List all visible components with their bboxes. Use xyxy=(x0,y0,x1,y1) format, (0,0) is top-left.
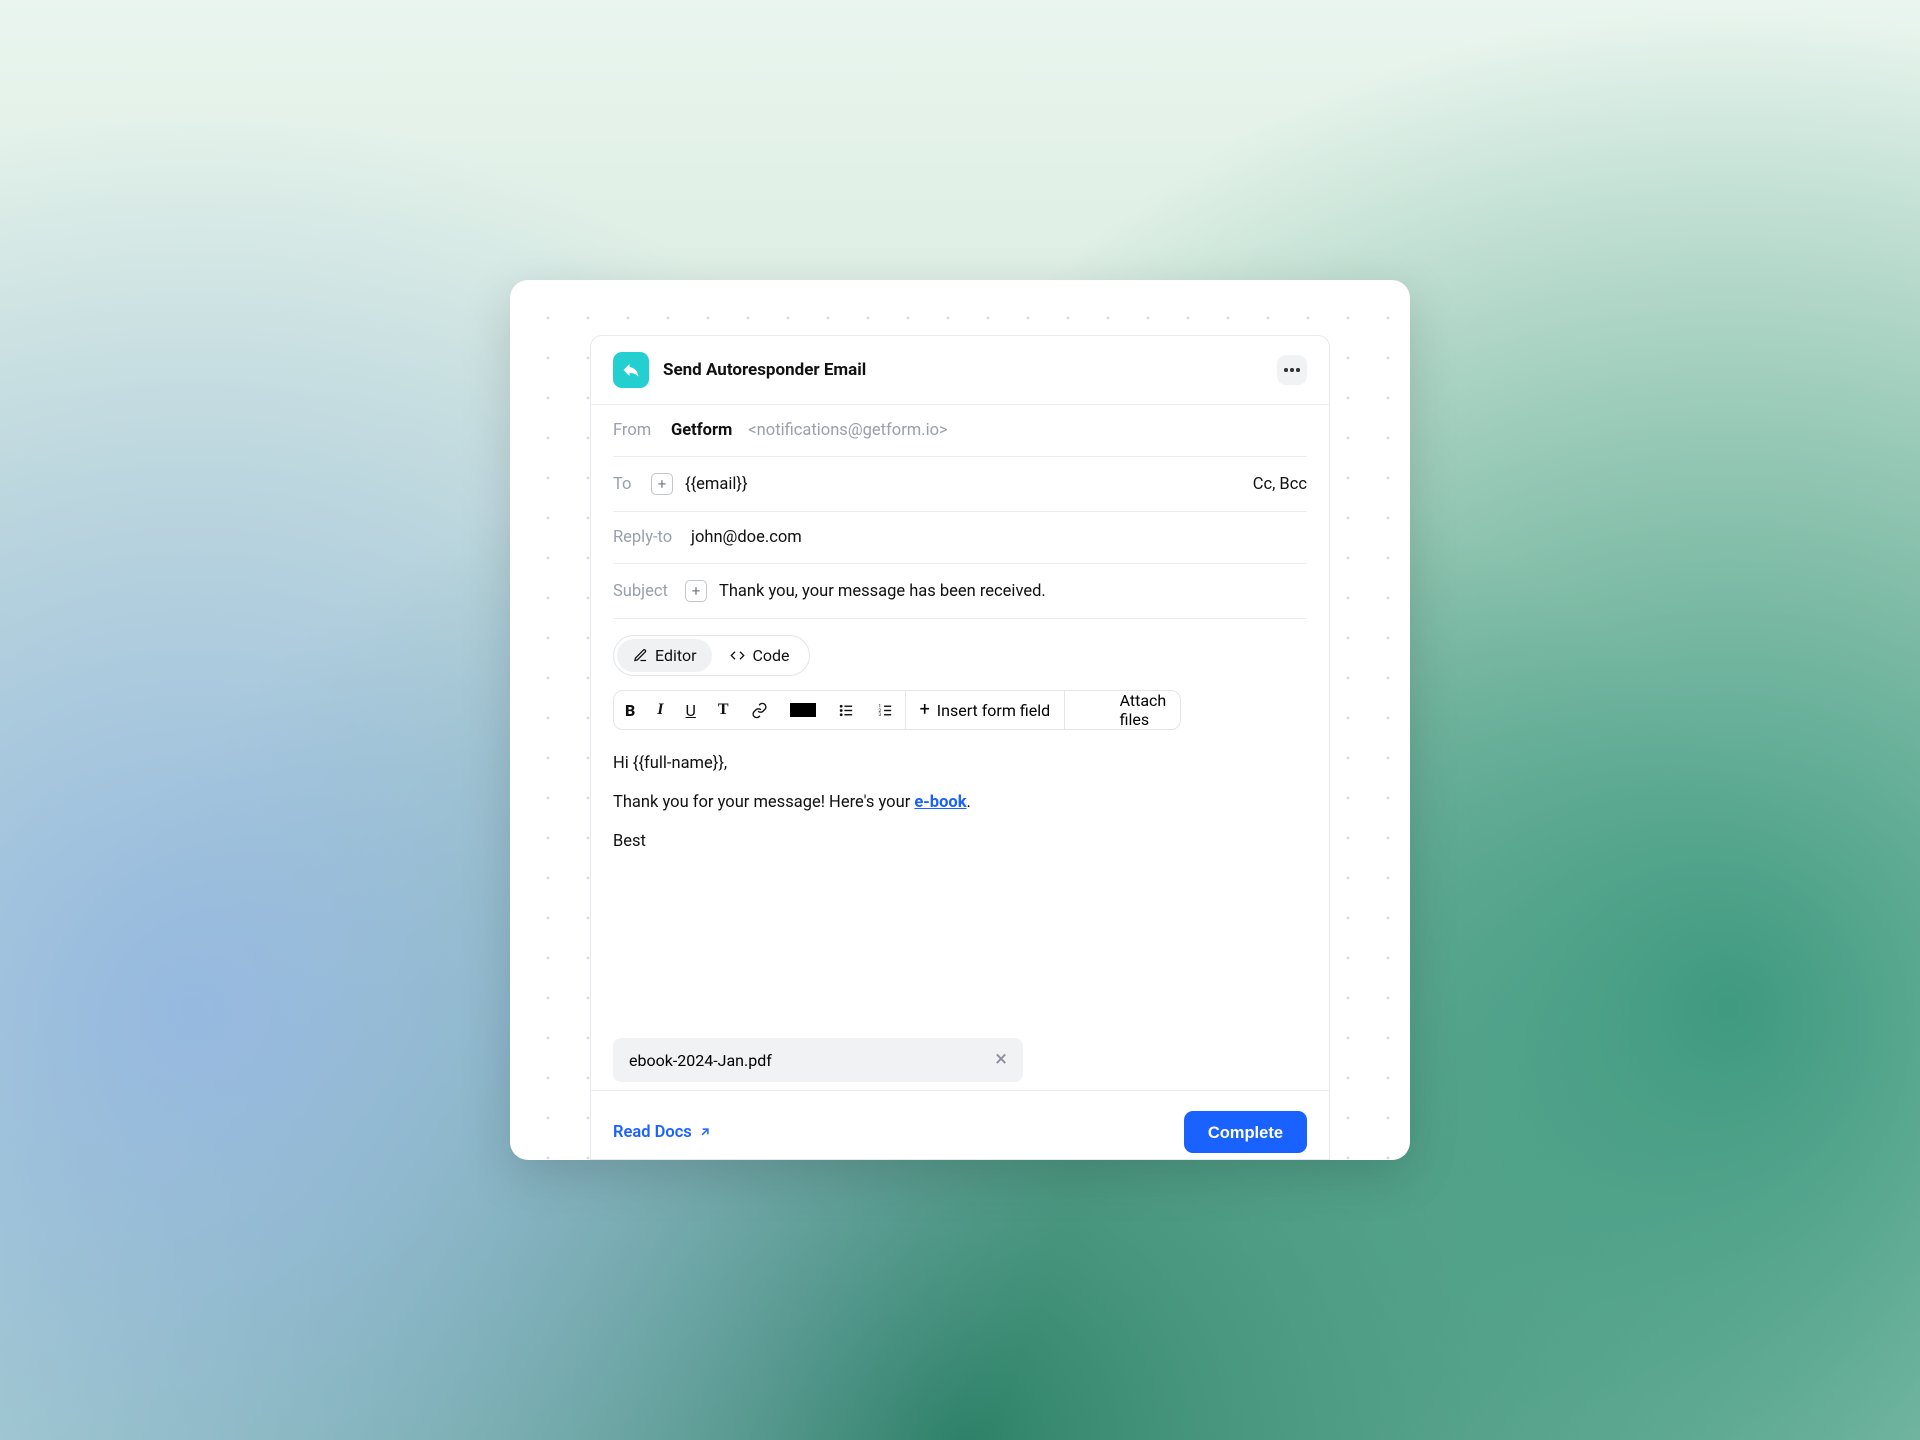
email-body-editor[interactable]: Hi {{full-name}}, Thank you for your mes… xyxy=(591,730,1329,1038)
tab-code[interactable]: Code xyxy=(714,639,805,672)
from-address: <notifications@getform.io> xyxy=(748,421,947,440)
italic-button[interactable]: I xyxy=(646,692,674,728)
header-fields: From Getform <notifications@getform.io> … xyxy=(591,405,1329,619)
more-menu-button[interactable] xyxy=(1277,355,1307,385)
card-header: Send Autoresponder Email xyxy=(591,336,1329,405)
cc-bcc-toggle[interactable]: Cc, Bcc xyxy=(1253,475,1307,494)
numbered-list-button[interactable]: 123 xyxy=(866,693,905,728)
reply-to-label: Reply-to xyxy=(613,528,679,547)
tab-editor-label: Editor xyxy=(655,646,696,665)
to-row: To + {{email}} Cc, Bcc xyxy=(613,457,1307,512)
attach-files-label: Attach files xyxy=(1120,691,1167,729)
color-swatch xyxy=(790,703,816,717)
attachment-chip: ebook-2024-Jan.pdf × xyxy=(613,1038,1023,1082)
text-size-button[interactable]: T xyxy=(707,692,740,728)
body-line-3: Best xyxy=(613,830,1307,855)
attach-files-button[interactable]: Attach files xyxy=(1065,691,1180,729)
underline-button[interactable]: U xyxy=(675,692,707,729)
format-toolbar: B I U T 123 + xyxy=(591,686,1329,730)
link-button[interactable] xyxy=(740,693,779,728)
autoresponder-card: Send Autoresponder Email From Getform <n… xyxy=(590,335,1330,1160)
tab-code-label: Code xyxy=(752,646,789,665)
reply-arrow-icon xyxy=(613,352,649,388)
attachment-filename: ebook-2024-Jan.pdf xyxy=(629,1051,772,1070)
tab-editor[interactable]: Editor xyxy=(617,639,712,672)
reply-to-value[interactable]: john@doe.com xyxy=(691,528,802,547)
insert-form-field-button[interactable]: + Insert form field xyxy=(906,691,1065,729)
from-row: From Getform <notifications@getform.io> xyxy=(613,405,1307,457)
card-title: Send Autoresponder Email xyxy=(663,360,866,380)
subject-label: Subject xyxy=(613,582,673,601)
external-link-icon xyxy=(698,1125,712,1139)
card-footer: Read Docs Complete xyxy=(591,1090,1329,1159)
subject-value[interactable]: Thank you, your message has been receive… xyxy=(719,582,1046,601)
bold-button[interactable]: B xyxy=(614,692,646,729)
ebook-link[interactable]: e-book xyxy=(914,793,966,812)
body-line-2: Thank you for your message! Here's your … xyxy=(613,791,1307,816)
canvas-panel: Send Autoresponder Email From Getform <n… xyxy=(510,280,1410,1160)
paperclip-icon xyxy=(1079,693,1112,726)
to-label: To xyxy=(613,475,639,494)
add-to-variable-button[interactable]: + xyxy=(651,473,673,495)
body-line-1: Hi {{full-name}}, xyxy=(613,752,1307,777)
read-docs-link[interactable]: Read Docs xyxy=(613,1123,712,1142)
reply-to-row: Reply-to john@doe.com xyxy=(613,512,1307,564)
plus-icon: + xyxy=(920,701,930,719)
to-value[interactable]: {{email}} xyxy=(685,475,748,494)
bullet-list-button[interactable] xyxy=(827,693,866,728)
svg-text:3: 3 xyxy=(878,712,881,718)
read-docs-label: Read Docs xyxy=(613,1123,692,1142)
complete-button[interactable]: Complete xyxy=(1184,1111,1307,1153)
remove-attachment-button[interactable]: × xyxy=(995,1049,1007,1071)
from-label: From xyxy=(613,421,659,440)
editor-mode-tabs: Editor Code xyxy=(591,619,1329,686)
subject-row: Subject + Thank you, your message has be… xyxy=(613,564,1307,619)
text-color-button[interactable] xyxy=(779,694,827,726)
add-subject-variable-button[interactable]: + xyxy=(685,580,707,602)
insert-form-field-label: Insert form field xyxy=(937,701,1050,720)
from-name: Getform xyxy=(671,421,732,440)
